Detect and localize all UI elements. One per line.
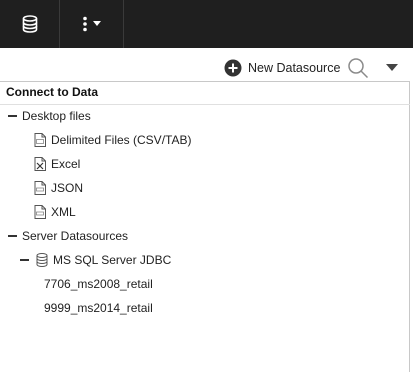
tree-item-excel[interactable]: Excel <box>34 154 80 174</box>
tree-item-label: XML <box>51 205 76 219</box>
json-file-icon <box>34 181 46 195</box>
collapse-icon[interactable] <box>8 111 18 121</box>
datasource-toolbar: New Datasource <box>0 54 413 82</box>
tree-item-label: Excel <box>51 157 81 171</box>
collapse-icon[interactable] <box>8 231 18 241</box>
divider <box>0 104 410 105</box>
tree-item-delimited-files[interactable]: Delimited Files (CSV/TAB) <box>34 130 191 150</box>
tree-item-json[interactable]: JSON <box>34 178 83 198</box>
tree-item-database[interactable]: 9999_ms2014_retail <box>44 298 153 318</box>
database-icon <box>36 253 48 267</box>
panel-title: Connect to Data <box>6 85 99 99</box>
new-datasource-label: New Datasource <box>248 61 341 75</box>
xml-file-icon <box>34 205 46 219</box>
vertical-ellipsis-icon <box>83 16 87 32</box>
tree-node-label: Desktop files <box>22 109 91 123</box>
datasources-button[interactable] <box>0 0 60 48</box>
tree-node-server-datasources[interactable]: Server Datasources <box>8 226 128 246</box>
caret-down-icon <box>93 21 101 26</box>
csv-file-icon <box>34 133 46 147</box>
tree-item-label: 9999_ms2014_retail <box>44 301 153 315</box>
plus-circle-icon <box>224 59 242 77</box>
tree-item-label: 7706_ms2008_retail <box>44 277 153 291</box>
connect-to-data-panel: Connect to Data Desktop files Delimited … <box>0 81 410 372</box>
top-bar <box>0 0 413 48</box>
search-icon[interactable] <box>347 57 369 79</box>
tree-node-label: MS SQL Server JDBC <box>53 253 172 267</box>
tree-item-label: JSON <box>51 181 84 195</box>
tree-node-desktop-files[interactable]: Desktop files <box>8 106 91 126</box>
tree-item-database[interactable]: 7706_ms2008_retail <box>44 274 153 294</box>
tree-item-label: Delimited Files (CSV/TAB) <box>51 133 192 147</box>
caret-down-icon[interactable] <box>384 62 400 74</box>
tree-node-ms-sql-server-jdbc[interactable]: MS SQL Server JDBC <box>20 250 171 270</box>
tree-node-label: Server Datasources <box>22 229 129 243</box>
collapse-icon[interactable] <box>20 255 30 265</box>
more-menu-button[interactable] <box>60 0 124 48</box>
new-datasource-button[interactable]: New Datasource <box>224 59 340 77</box>
excel-file-icon <box>34 157 46 171</box>
database-icon <box>22 15 37 33</box>
tree-item-xml[interactable]: XML <box>34 202 76 222</box>
